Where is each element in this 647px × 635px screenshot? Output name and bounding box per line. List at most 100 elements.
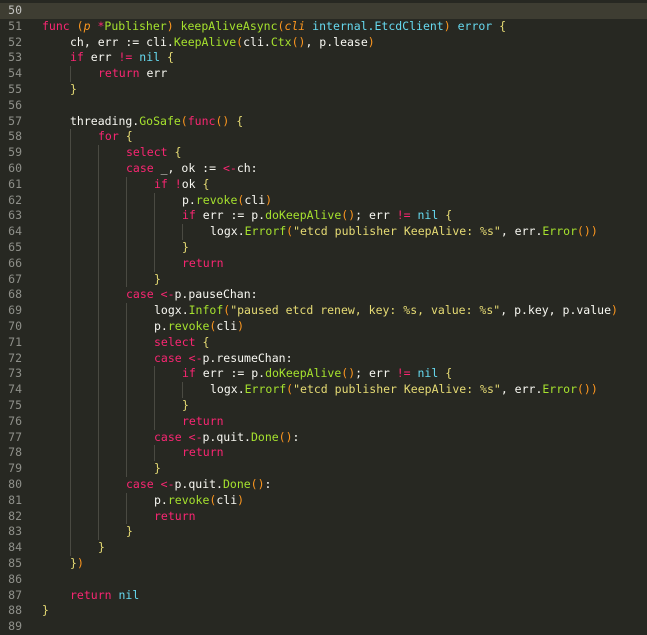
line-number: 88 bbox=[8, 603, 22, 618]
code-token: ; err bbox=[355, 366, 397, 381]
code-token: p.quit. bbox=[174, 477, 223, 491]
code-token: p.resumeChan: bbox=[202, 350, 293, 365]
code-text: return bbox=[182, 414, 224, 430]
code-token: p bbox=[83, 18, 91, 33]
code-token: cli bbox=[216, 492, 238, 507]
code-token: Done bbox=[250, 429, 279, 444]
code-token: ! bbox=[174, 176, 182, 191]
code-token: cli bbox=[216, 319, 238, 333]
code-token: <- bbox=[160, 287, 175, 302]
code-token: != bbox=[396, 208, 411, 223]
code-text: case <-p.quit.Done(): bbox=[154, 430, 299, 446]
code-token: } bbox=[154, 461, 161, 476]
code-token: err := p. bbox=[195, 208, 266, 223]
code-token: { bbox=[202, 176, 210, 191]
code-token: if bbox=[182, 208, 196, 223]
code-token: Ctx bbox=[270, 34, 292, 49]
code-line[interactable]: 50 bbox=[0, 3, 647, 19]
code-token: _, ok := bbox=[153, 161, 223, 175]
code-token: nil bbox=[417, 366, 439, 381]
code-line[interactable]: 57 threading.GoSafe(func() { bbox=[0, 114, 647, 130]
code-token: if bbox=[70, 50, 84, 65]
code-token: != bbox=[396, 366, 411, 381]
code-token: () bbox=[250, 477, 265, 491]
code-token: Errorf bbox=[244, 382, 287, 397]
line-number: 80 bbox=[8, 477, 22, 491]
code-token: ch, err := cli. bbox=[70, 34, 174, 49]
code-token: case bbox=[154, 350, 182, 365]
code-line[interactable]: 84} bbox=[0, 540, 647, 556]
code-editor[interactable]: 50 51 func (p *Publisher) keepAliveAsync(c… bbox=[0, 0, 647, 633]
code-token: } bbox=[154, 271, 161, 286]
code-line[interactable]: 55} bbox=[0, 82, 647, 98]
indent-guide bbox=[126, 492, 127, 525]
code-token: cli bbox=[244, 192, 266, 207]
code-token: } bbox=[70, 82, 77, 96]
line-number: 73 bbox=[8, 366, 22, 381]
line-number: 67 bbox=[8, 271, 22, 286]
code-token: logx. bbox=[210, 382, 245, 397]
code-text: for { bbox=[98, 129, 133, 145]
code-token: ()) bbox=[577, 382, 598, 397]
code-token: if bbox=[182, 366, 196, 381]
code-text: func (p *Publisher) keepAliveAsync(cli i… bbox=[42, 19, 506, 35]
code-token: func bbox=[42, 18, 70, 33]
code-line[interactable]: 89 bbox=[0, 619, 647, 635]
code-token: <- bbox=[188, 429, 203, 444]
line-number: 69 bbox=[8, 303, 22, 318]
code-token: keepAliveAsync bbox=[180, 18, 278, 33]
code-text: } bbox=[126, 524, 133, 540]
code-text: } bbox=[154, 272, 161, 288]
code-line[interactable]: 86 bbox=[0, 572, 647, 588]
code-token: Publisher bbox=[104, 18, 167, 33]
code-text: select { bbox=[126, 145, 181, 161]
code-token: { bbox=[445, 366, 453, 381]
line-number: 75 bbox=[8, 398, 22, 412]
code-line[interactable]: 85}) bbox=[0, 556, 647, 572]
code-token: for bbox=[98, 129, 119, 144]
code-token: ( bbox=[76, 18, 84, 33]
code-text: if !ok { bbox=[154, 177, 209, 193]
line-number: 70 bbox=[8, 319, 22, 333]
line-number: 81 bbox=[8, 492, 22, 507]
code-line[interactable]: 53 if err != nil { bbox=[0, 50, 647, 66]
code-token: revoke bbox=[167, 492, 210, 507]
code-token: { bbox=[174, 145, 182, 160]
code-line[interactable]: 54 return err bbox=[0, 66, 647, 82]
code-line[interactable]: 58 for { bbox=[0, 129, 647, 145]
code-token: "etcd publisher KeepAlive: %s" bbox=[293, 224, 501, 239]
code-text: } bbox=[182, 240, 189, 256]
indent-guide bbox=[126, 303, 127, 477]
code-line[interactable]: 51 func (p *Publisher) keepAliveAsync(cli… bbox=[0, 19, 647, 35]
indent-guide bbox=[154, 445, 155, 462]
code-token: return bbox=[154, 508, 196, 523]
code-token: doKeepAlive bbox=[265, 208, 342, 223]
code-token: if bbox=[154, 176, 168, 191]
code-line[interactable]: 87 return nil bbox=[0, 588, 647, 604]
line-number: 62 bbox=[8, 192, 22, 207]
code-token: err bbox=[139, 66, 168, 81]
code-token: Infof bbox=[188, 303, 224, 318]
code-line[interactable]: 52 ch, err := cli.KeepAlive(cli.Ctx(), p.… bbox=[0, 35, 647, 51]
code-text: } bbox=[154, 461, 161, 477]
code-token: ) bbox=[265, 192, 273, 207]
code-token: , p.key, p.value bbox=[500, 303, 611, 318]
line-number: 61 bbox=[8, 176, 22, 191]
code-line[interactable]: 88} bbox=[0, 603, 647, 619]
code-line[interactable]: 56 bbox=[0, 98, 647, 114]
line-number: 51 bbox=[8, 18, 22, 33]
code-text: logx.Infof("paused etcd renew, key: %s, … bbox=[154, 303, 618, 319]
code-token: ) bbox=[166, 18, 174, 33]
code-token: } bbox=[42, 603, 49, 618]
indent-guide bbox=[98, 145, 99, 541]
code-text: case <-p.pauseChan: bbox=[126, 287, 258, 303]
code-token: doKeepAlive bbox=[265, 366, 342, 381]
line-number: 55 bbox=[8, 82, 22, 96]
code-text: threading.GoSafe(func() { bbox=[70, 114, 243, 130]
code-text: }) bbox=[70, 556, 84, 572]
